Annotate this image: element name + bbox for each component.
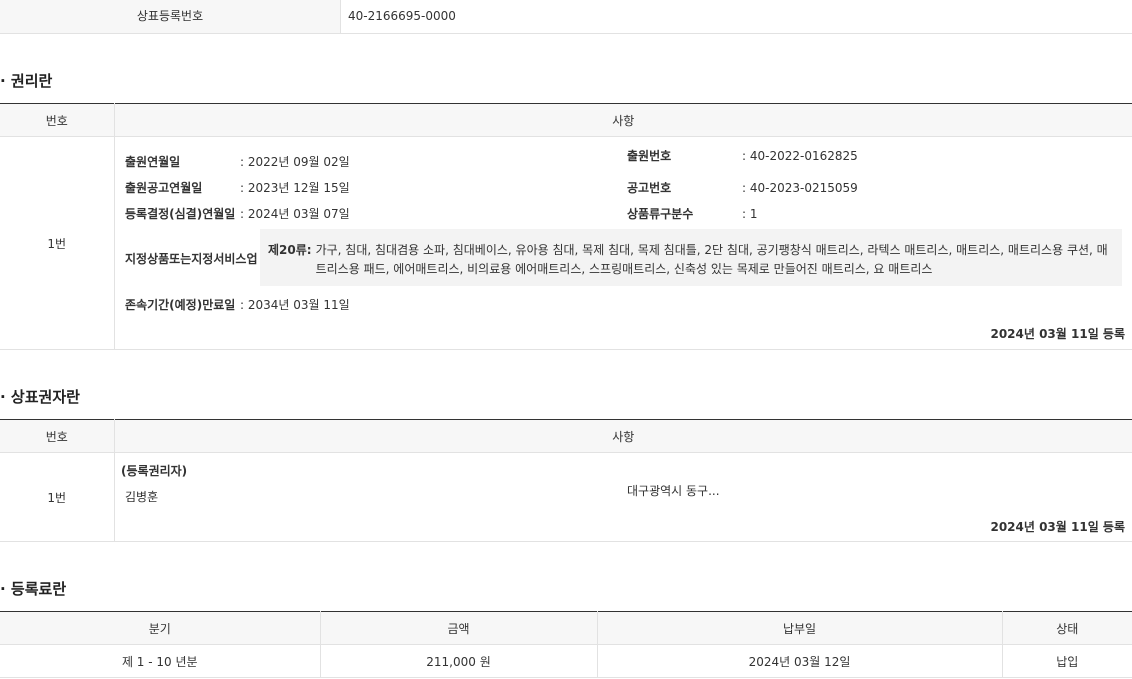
goods-description: 가구, 침대, 침대겸용 소파, 침대베이스, 유아용 침대, 목제 침대, 목… (315, 243, 1108, 276)
field-publication-date: 출원공고연월일: 2023년 12월 15일 (125, 181, 350, 195)
rights-section-title: 권리란 (0, 70, 52, 91)
fees-section-title: 등록료란 (0, 578, 66, 599)
holder-registration-date: 2024년 03월 11일 등록 (990, 520, 1125, 534)
table-row: 제 1 - 10 년분 211,000 원 2024년 03월 12일 납입 (0, 644, 1132, 678)
rights-registration-date: 2024년 03월 11일 등록 (990, 327, 1125, 341)
field-decision-date: 등록결정(심결)연월일: 2024년 03월 07일 (125, 207, 350, 221)
registration-number-label: 상표등록번호 (0, 0, 341, 33)
holder-section-title: 상표권자란 (0, 386, 80, 407)
field-application-number: 출원번호: 40-2022-0162825 (627, 149, 858, 163)
holder-address: 대구광역시 동구... (627, 484, 720, 498)
field-expiry-date: 존속기간(예정)만료일: 2034년 03월 11일 (125, 298, 350, 312)
holder-table: 번호 사항 1번 (0, 419, 1132, 542)
holder-role: (등록권리자) (121, 464, 188, 478)
goods-class: 제20류: (268, 243, 312, 257)
fee-status: 납입 (1002, 644, 1132, 678)
fees-header-period: 분기 (0, 611, 321, 645)
field-application-date: 출원연월일: 2022년 09월 02일 (125, 155, 350, 169)
holder-row-details (114, 452, 1132, 542)
fee-amount: 211,000 원 (320, 644, 598, 678)
holder-row-number: 1번 (0, 452, 115, 542)
fees-table: 분기 금액 납부일 상태 제 1 - 10 년분 211,000 원 2024년… (0, 611, 1132, 678)
field-class-count: 상품류구분수: 1 (627, 207, 758, 221)
field-publication-number: 공고번호: 40-2023-0215059 (627, 181, 858, 195)
registration-number-value: 40-2166695-0000 (348, 9, 456, 23)
rights-header-item: 사항 (114, 103, 1132, 137)
fees-header-status: 상태 (1002, 611, 1132, 645)
holder-name: 김병훈 (125, 490, 159, 504)
fee-period: 제 1 - 10 년분 (0, 644, 321, 678)
holder-header-number: 번호 (0, 419, 115, 453)
fees-header-paid-date: 납부일 (597, 611, 1003, 645)
registration-number-row: 상표등록번호 40-2166695-0000 (0, 0, 1132, 34)
designated-goods-box: 제20류: 가구, 침대, 침대겸용 소파, 침대베이스, 유아용 침대, 목제… (260, 229, 1122, 286)
rights-header-number: 번호 (0, 103, 115, 137)
fees-header-amount: 금액 (320, 611, 598, 645)
fee-paid-date: 2024년 03월 12일 (597, 644, 1003, 678)
rights-row-number: 1번 (0, 136, 115, 350)
holder-header-item: 사항 (114, 419, 1132, 453)
designated-goods-label: 지정상품또는지정서비스업 (125, 252, 258, 266)
